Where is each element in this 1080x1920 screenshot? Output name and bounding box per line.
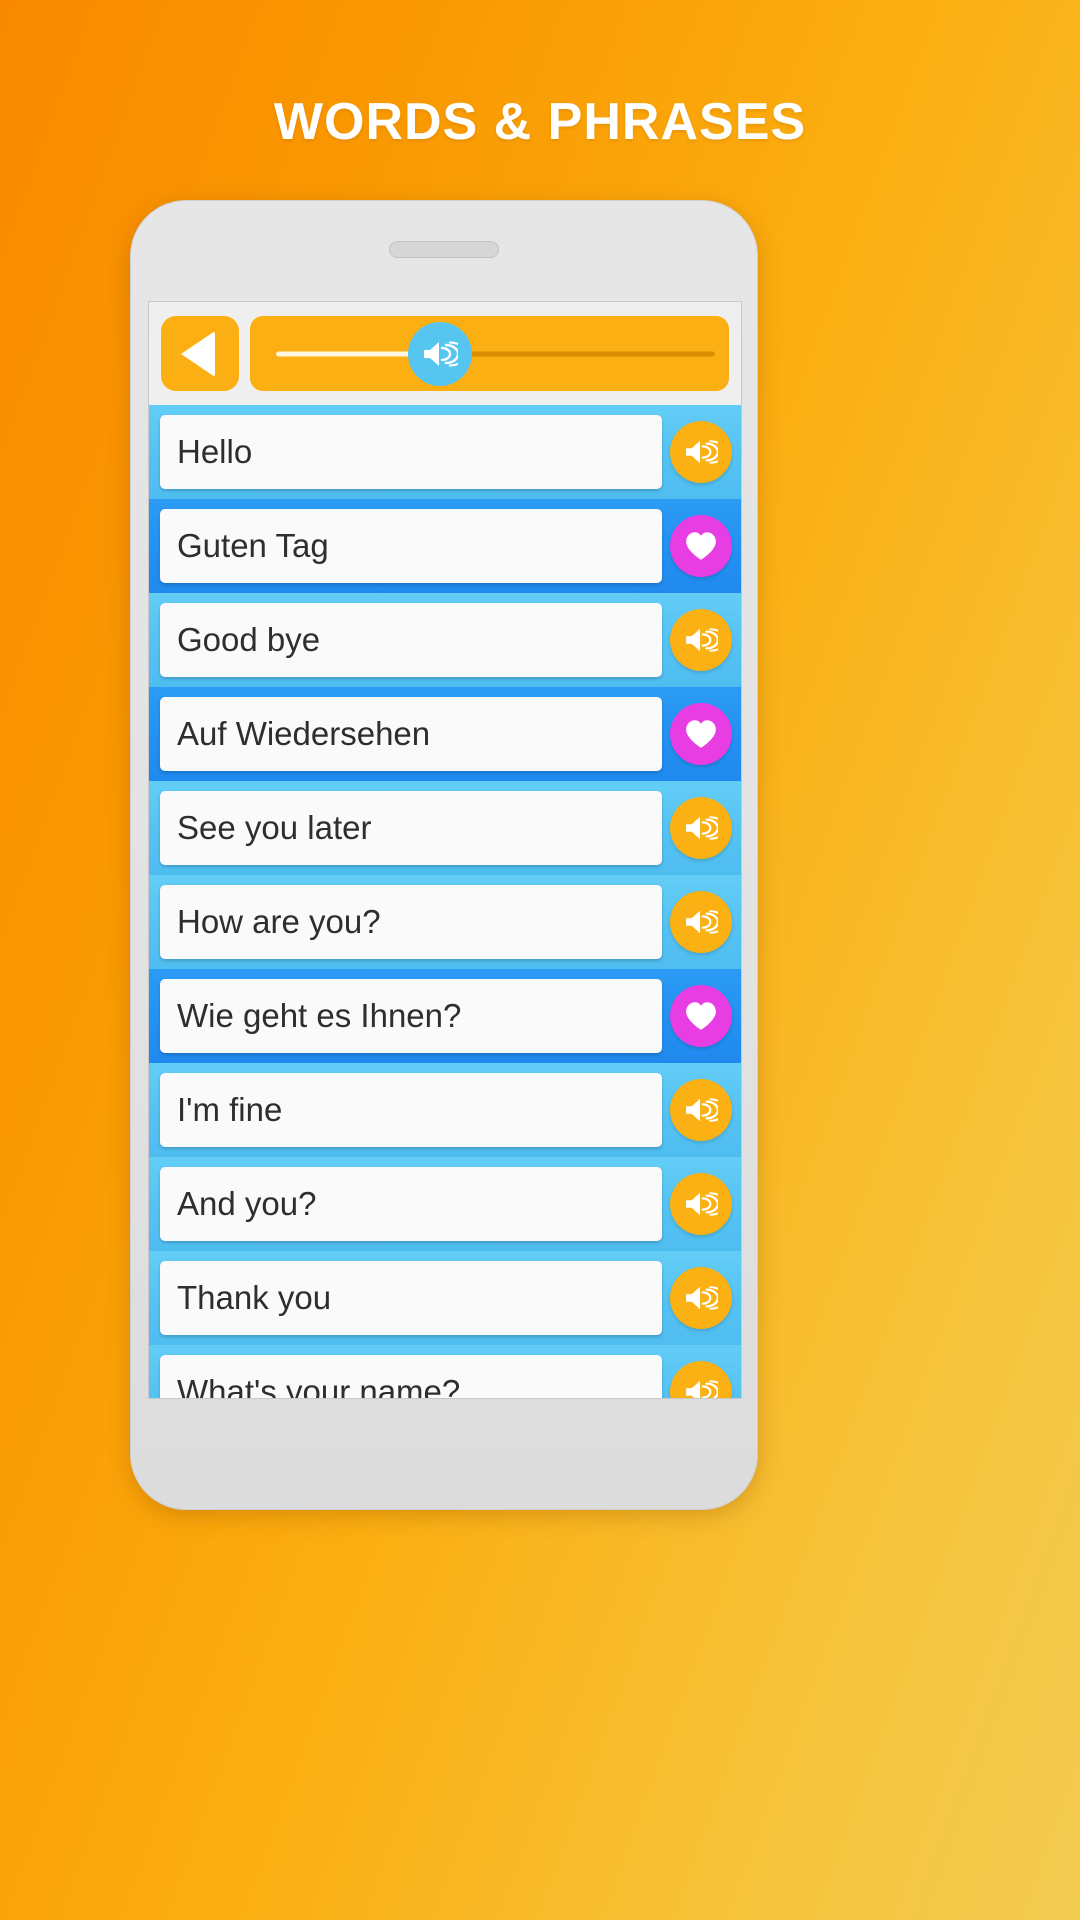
phrase-text-card[interactable]: Hello (160, 415, 662, 489)
phrase-row[interactable]: See you later (149, 781, 741, 875)
speak-button[interactable] (670, 1173, 732, 1235)
heart-icon (686, 532, 716, 560)
toolbar (149, 302, 741, 405)
phrase-row[interactable]: Good bye (149, 593, 741, 687)
app-screen: Hello Guten Tag Good bye Auf Wiedersehen See… (148, 301, 742, 1399)
speak-button[interactable] (670, 609, 732, 671)
phrase-text-card[interactable]: Good bye (160, 603, 662, 677)
speaker-icon (686, 1380, 718, 1398)
speaker-icon (686, 1286, 718, 1310)
phrase-row[interactable]: How are you? (149, 875, 741, 969)
phone-mockup: Hello Guten Tag Good bye Auf Wiedersehen See… (130, 200, 758, 1510)
speaker-icon (686, 1098, 718, 1122)
speaker-icon (686, 1192, 718, 1216)
phrase-text-card[interactable]: I'm fine (160, 1073, 662, 1147)
speak-button[interactable] (670, 891, 732, 953)
phrase-text-card[interactable]: Guten Tag (160, 509, 662, 583)
phrase-row[interactable]: And you? (149, 1157, 741, 1251)
favorite-button[interactable] (670, 985, 732, 1047)
phrase-text-card[interactable]: And you? (160, 1167, 662, 1241)
phrase-row[interactable]: What's your name? (149, 1345, 741, 1398)
speaker-icon (686, 816, 718, 840)
speaker-icon (686, 628, 718, 652)
phrase-text-card[interactable]: What's your name? (160, 1355, 662, 1398)
speak-button[interactable] (670, 797, 732, 859)
back-triangle-icon (181, 330, 215, 377)
phrase-row[interactable]: I'm fine (149, 1063, 741, 1157)
phrase-row[interactable]: Guten Tag (149, 499, 741, 593)
phrase-text-card[interactable]: Wie geht es Ihnen? (160, 979, 662, 1053)
speak-button[interactable] (670, 421, 732, 483)
speak-button[interactable] (670, 1267, 732, 1329)
phrase-text-card[interactable]: Auf Wiedersehen (160, 697, 662, 771)
favorite-button[interactable] (670, 515, 732, 577)
speak-button[interactable] (670, 1361, 732, 1398)
heart-icon (686, 720, 716, 748)
phrase-row[interactable]: Hello (149, 405, 741, 499)
speaker-grille-icon (389, 241, 499, 258)
slider-track-remaining (434, 351, 715, 356)
speaker-icon (686, 440, 718, 464)
phrase-list: Hello Guten Tag Good bye Auf Wiedersehen See… (149, 405, 741, 1398)
phrase-text-card[interactable]: How are you? (160, 885, 662, 959)
back-button[interactable] (161, 316, 239, 391)
heart-icon (686, 1002, 716, 1030)
phrase-row[interactable]: Thank you (149, 1251, 741, 1345)
speaker-icon (424, 340, 458, 367)
phrase-row[interactable]: Wie geht es Ihnen? (149, 969, 741, 1063)
speak-button[interactable] (670, 1079, 732, 1141)
page-title: WORDS & PHRASES (273, 93, 807, 151)
speaker-icon (686, 910, 718, 934)
volume-slider[interactable] (250, 316, 729, 391)
volume-slider-thumb[interactable] (408, 321, 472, 386)
phrase-row[interactable]: Auf Wiedersehen (149, 687, 741, 781)
favorite-button[interactable] (670, 703, 732, 765)
phrase-text-card[interactable]: Thank you (160, 1261, 662, 1335)
phrase-text-card[interactable]: See you later (160, 791, 662, 865)
